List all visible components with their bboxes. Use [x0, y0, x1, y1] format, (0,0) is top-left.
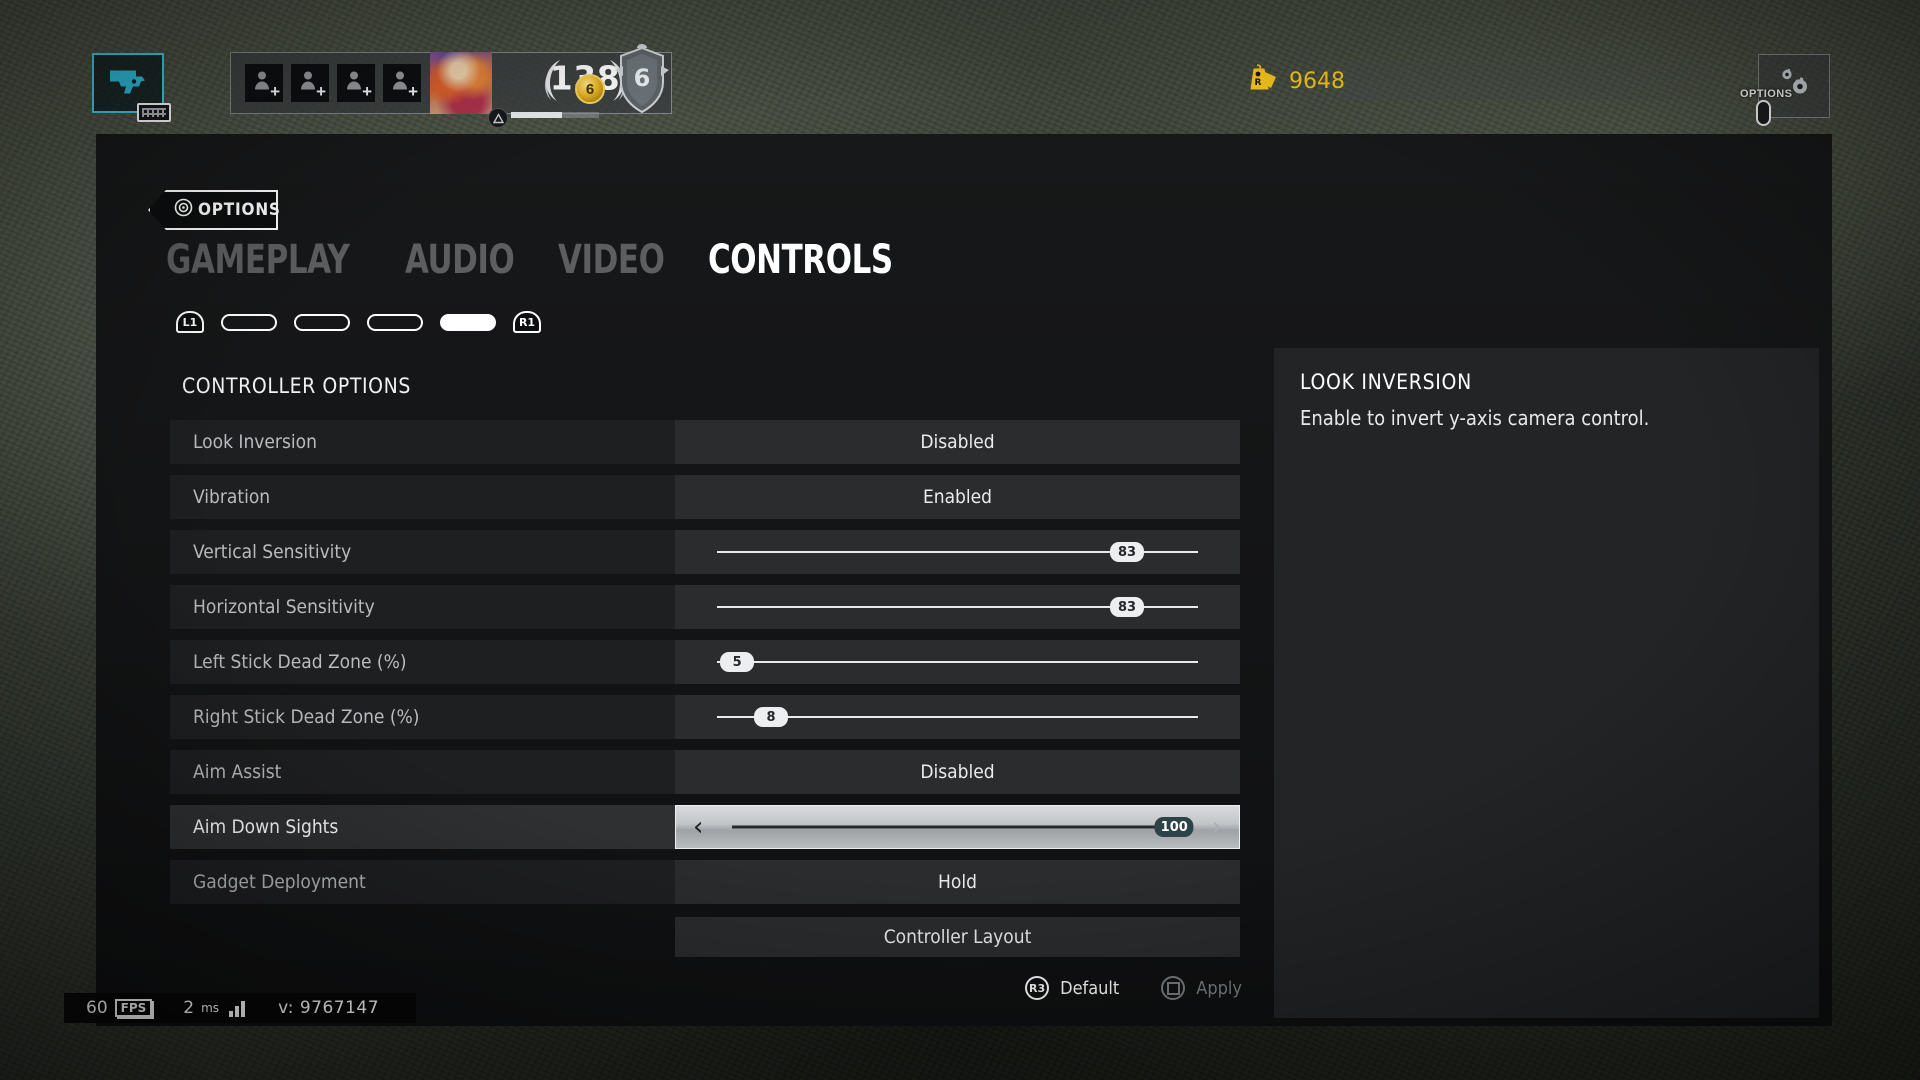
currency-strip	[1340, 62, 1710, 100]
row-value[interactable]: Enabled	[675, 475, 1240, 519]
info-description: Enable to invert y-axis camera control.	[1300, 406, 1650, 430]
coin-label: 6	[585, 80, 595, 98]
row-right-stick-dead-zone[interactable]: Right Stick Dead Zone (%) 8	[170, 695, 1240, 739]
chevron-right-icon[interactable]: ›	[1212, 814, 1222, 840]
row-vibration[interactable]: Vibration Enabled	[170, 475, 1240, 519]
plus-icon: +	[408, 82, 418, 101]
footer-actions: R3 Default Apply	[980, 973, 1242, 1003]
row-label: Look Inversion	[170, 420, 675, 464]
top-hud-bar: + + + + 6 6 R 9648 OPTIONS	[0, 0, 1920, 130]
row-slider[interactable]: 83	[675, 530, 1240, 574]
pager-pill-video[interactable]	[367, 313, 423, 331]
row-slider[interactable]: 5	[675, 640, 1240, 684]
controller-layout-button[interactable]: Controller Layout	[675, 917, 1240, 957]
apply-action[interactable]: Apply	[1161, 976, 1242, 1000]
slider-knob[interactable]: 8	[754, 707, 789, 727]
row-label: Aim Assist	[170, 750, 675, 794]
slider-track	[717, 716, 1198, 718]
add-player-slot[interactable]: +	[291, 64, 329, 102]
row-value[interactable]: Hold	[675, 860, 1240, 904]
row-label: Horizontal Sensitivity	[170, 585, 675, 629]
slider-knob[interactable]: 83	[1110, 542, 1144, 562]
avatar[interactable]	[430, 52, 492, 114]
renown-tag-icon: R	[1245, 63, 1279, 100]
latency-unit: ms	[201, 1001, 220, 1015]
gears-icon	[1773, 66, 1815, 107]
pager-pill-audio[interactable]	[294, 313, 350, 331]
settings-list: Look Inversion Disabled Vibration Enable…	[170, 420, 1240, 915]
tab-gameplay[interactable]: GAMEPLAY	[166, 240, 350, 280]
row-label: Vertical Sensitivity	[170, 530, 675, 574]
square-button-icon	[1161, 976, 1186, 1000]
row-label: Vibration	[170, 475, 675, 519]
currency-amount: 9648	[1289, 68, 1345, 94]
circle-target-icon	[174, 198, 193, 222]
signal-bars-icon	[229, 1000, 246, 1017]
tab-video[interactable]: VIDEO	[558, 240, 665, 280]
options-back-badge[interactable]: OPTIONS	[148, 190, 281, 230]
options-badge-label: OPTIONS	[198, 200, 281, 220]
slider-track	[717, 661, 1198, 663]
row-left-stick-dead-zone[interactable]: Left Stick Dead Zone (%) 5	[170, 640, 1240, 684]
svg-text:R: R	[1255, 78, 1262, 88]
r6-coin-icon: 6	[575, 74, 605, 104]
chevron-left-icon[interactable]: ‹	[693, 814, 703, 840]
row-aim-assist[interactable]: Aim Assist Disabled	[170, 750, 1240, 794]
currency-display[interactable]: R 9648	[1245, 60, 1345, 102]
default-label: Default	[1060, 977, 1120, 999]
info-title: LOOK INVERSION	[1300, 370, 1472, 394]
add-player-slot[interactable]: +	[383, 64, 421, 102]
row-slider[interactable]: 83	[675, 585, 1240, 629]
tab-pager: L1 R1	[176, 311, 541, 333]
row-vertical-sensitivity[interactable]: Vertical Sensitivity 83	[170, 530, 1240, 574]
slider-knob[interactable]: 83	[1110, 597, 1144, 617]
row-aim-down-sights[interactable]: Aim Down Sights ‹ 100 ›	[170, 805, 1240, 849]
row-slider[interactable]: 8	[675, 695, 1240, 739]
svg-text:6: 6	[634, 64, 651, 92]
row-slider[interactable]: ‹ 100 ›	[675, 805, 1240, 849]
plus-icon: +	[316, 82, 326, 101]
section-title: CONTROLLER OPTIONS	[182, 374, 411, 398]
options-label: OPTIONS	[1740, 88, 1793, 100]
keyboard-icon	[137, 103, 171, 122]
r6-rank-emblem: 6	[613, 44, 671, 121]
apply-label: Apply	[1196, 977, 1242, 999]
version-label: v: 9767147	[278, 998, 380, 1018]
fps-label: FPS	[114, 999, 153, 1017]
r1-bumper-icon[interactable]: R1	[513, 311, 541, 333]
fps-value: 60	[86, 998, 108, 1018]
pager-pill-controls[interactable]	[440, 313, 496, 331]
options-key-badge	[1756, 100, 1771, 126]
l1-bumper-icon[interactable]: L1	[176, 311, 204, 333]
row-look-inversion[interactable]: Look Inversion Disabled	[170, 420, 1240, 464]
slider-track	[732, 825, 1183, 829]
row-label: Left Stick Dead Zone (%)	[170, 640, 675, 684]
row-horizontal-sensitivity[interactable]: Horizontal Sensitivity 83	[170, 585, 1240, 629]
performance-overlay: 60 FPS 2 ms v: 9767147	[64, 993, 416, 1023]
pistol-icon	[108, 68, 148, 99]
tab-bar: GAMEPLAY AUDIO VIDEO CONTROLS	[166, 240, 923, 280]
r3-button-icon: R3	[1025, 976, 1050, 1000]
slider-knob[interactable]: 100	[1154, 817, 1194, 837]
slider-knob[interactable]: 5	[720, 652, 755, 672]
row-label: Gadget Deployment	[170, 860, 675, 904]
plus-icon: +	[270, 82, 280, 101]
row-gadget-deployment[interactable]: Gadget Deployment Hold	[170, 860, 1240, 904]
avatar-rank-badge	[488, 108, 508, 128]
tab-controls[interactable]: CONTROLS	[708, 240, 893, 280]
row-label: Aim Down Sights	[170, 805, 675, 849]
row-value[interactable]: Disabled	[675, 750, 1240, 794]
xp-progress-bar	[511, 112, 599, 118]
plus-icon: +	[362, 82, 372, 101]
default-action[interactable]: R3 Default	[1025, 976, 1119, 1000]
tab-audio[interactable]: AUDIO	[405, 240, 515, 280]
pager-pill-gameplay[interactable]	[221, 313, 277, 331]
row-value[interactable]: Disabled	[675, 420, 1240, 464]
row-label: Right Stick Dead Zone (%)	[170, 695, 675, 739]
latency-value: 2	[183, 998, 195, 1018]
add-player-slot[interactable]: +	[245, 64, 283, 102]
add-player-slot[interactable]: +	[337, 64, 375, 102]
info-panel: LOOK INVERSION Enable to invert y-axis c…	[1274, 348, 1819, 1018]
